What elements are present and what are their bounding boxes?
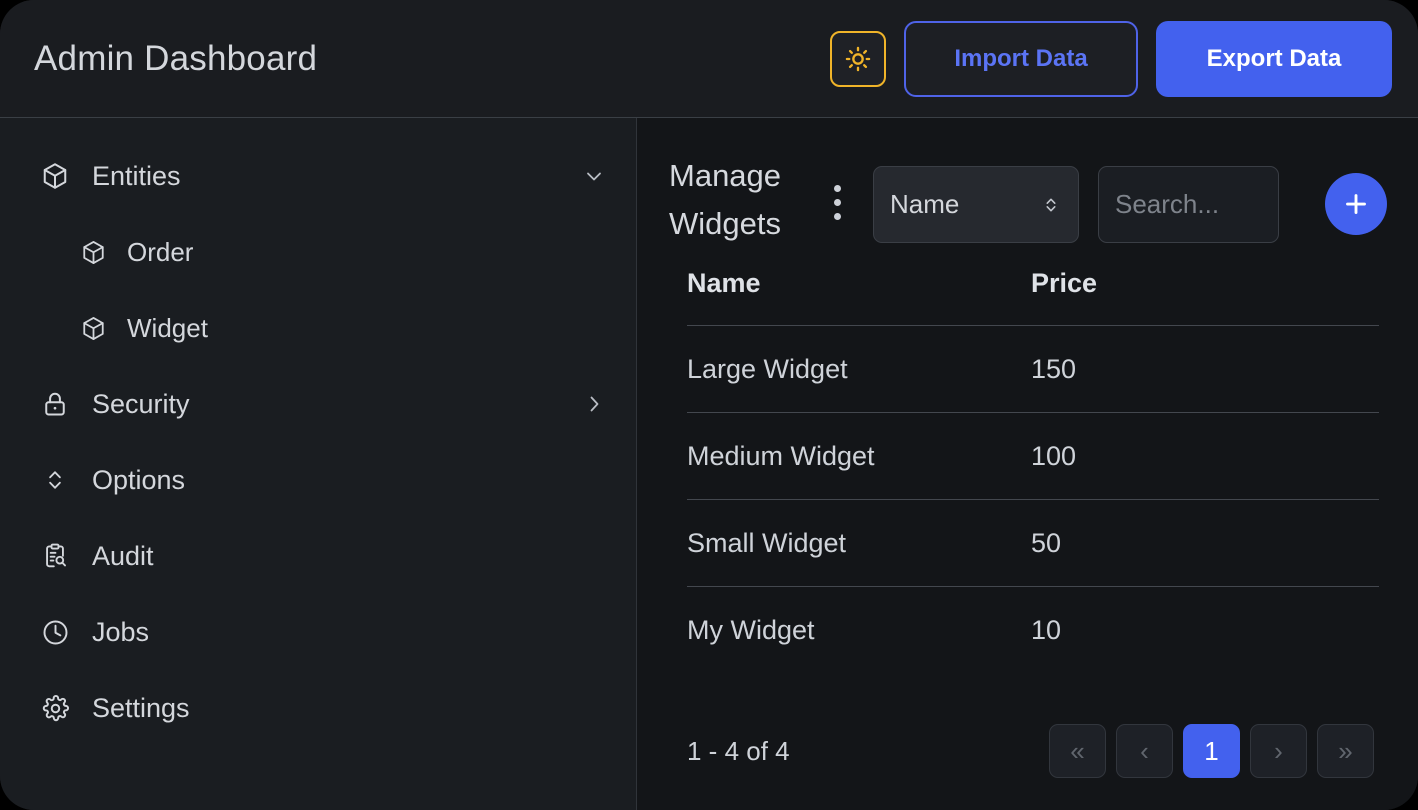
add-widget-button[interactable] — [1325, 173, 1387, 235]
sidebar-item-label: Order — [127, 237, 193, 268]
header-actions: Import Data Export Data — [830, 21, 1392, 97]
sidebar-item-jobs[interactable]: Jobs — [0, 594, 636, 670]
sort-field-value: Name — [890, 189, 1040, 220]
cell-price: 50 — [1031, 500, 1379, 587]
sidebar-item-security[interactable]: Security — [0, 366, 636, 442]
sidebar-item-order[interactable]: Order — [0, 214, 636, 290]
app-header: Admin Dashboard — [0, 0, 1418, 118]
last-page-button[interactable]: » — [1317, 724, 1374, 778]
sun-icon — [844, 45, 872, 73]
main-toolbar: Manage Widgets Name — [669, 152, 1378, 262]
cell-name: My Widget — [687, 587, 1031, 674]
export-data-button[interactable]: Export Data — [1156, 21, 1392, 97]
sidebar-item-settings[interactable]: Settings — [0, 670, 636, 746]
table-row[interactable]: Medium Widget 100 — [687, 413, 1379, 500]
next-page-button[interactable]: › — [1250, 724, 1307, 778]
cell-price: 10 — [1031, 587, 1379, 674]
clock-icon — [40, 617, 70, 647]
sort-field-select[interactable]: Name — [873, 166, 1079, 243]
cell-name: Large Widget — [687, 326, 1031, 413]
app-window: Admin Dashboard — [0, 0, 1418, 810]
theme-toggle-button[interactable] — [830, 31, 886, 87]
search-input[interactable] — [1115, 189, 1262, 220]
table-footer: 1 - 4 of 4 « ‹ 1 › » — [669, 714, 1378, 810]
box-icon — [80, 239, 107, 266]
sidebar-item-widget[interactable]: Widget — [0, 290, 636, 366]
sidebar-item-label: Entities — [92, 161, 181, 192]
pagination: « ‹ 1 › » — [1049, 724, 1378, 778]
sidebar-item-options[interactable]: Options — [0, 442, 636, 518]
section-title: Manage Widgets — [669, 152, 819, 248]
sidebar-item-entities[interactable]: Entities — [0, 138, 636, 214]
gear-icon — [40, 693, 70, 723]
sidebar-item-label: Options — [92, 465, 185, 496]
kebab-dot — [834, 199, 841, 206]
sidebar-item-label: Audit — [92, 541, 154, 572]
widgets-table: Name Price Large Widget 150 Medium Widge… — [687, 262, 1379, 673]
page-title: Admin Dashboard — [34, 39, 317, 79]
chevron-updown-icon — [40, 465, 70, 495]
page-1-button[interactable]: 1 — [1183, 724, 1240, 778]
table-row[interactable]: Large Widget 150 — [687, 326, 1379, 413]
table-container: Name Price Large Widget 150 Medium Widge… — [669, 262, 1378, 714]
chevron-down-icon[interactable] — [582, 164, 606, 188]
column-header-price[interactable]: Price — [1031, 262, 1379, 326]
cell-price: 100 — [1031, 413, 1379, 500]
clipboard-search-icon — [40, 541, 70, 571]
sidebar-item-audit[interactable]: Audit — [0, 518, 636, 594]
table-row[interactable]: Small Widget 50 — [687, 500, 1379, 587]
more-vertical-icon[interactable] — [819, 166, 855, 238]
cell-price: 150 — [1031, 326, 1379, 413]
sidebar-item-label: Settings — [92, 693, 190, 724]
pagination-range: 1 - 4 of 4 — [687, 736, 790, 767]
main-content: Manage Widgets Name — [637, 118, 1418, 810]
kebab-dot — [834, 213, 841, 220]
cell-name: Medium Widget — [687, 413, 1031, 500]
table-row[interactable]: My Widget 10 — [687, 587, 1379, 674]
box-icon — [40, 161, 70, 191]
chevron-updown-icon — [1040, 192, 1062, 218]
plus-icon — [1341, 189, 1371, 219]
table-head: Name Price — [687, 262, 1379, 326]
first-page-button[interactable]: « — [1049, 724, 1106, 778]
sidebar-item-label: Security — [92, 389, 190, 420]
lock-icon — [40, 389, 70, 419]
prev-page-button[interactable]: ‹ — [1116, 724, 1173, 778]
box-icon — [80, 315, 107, 342]
app-body: Entities Order — [0, 118, 1418, 810]
kebab-dot — [834, 185, 841, 192]
table-body: Large Widget 150 Medium Widget 100 Small… — [687, 326, 1379, 674]
import-data-button[interactable]: Import Data — [904, 21, 1138, 97]
chevron-right-icon[interactable] — [582, 392, 606, 416]
sidebar: Entities Order — [0, 118, 637, 810]
search-field[interactable] — [1098, 166, 1279, 243]
sidebar-item-label: Widget — [127, 313, 208, 344]
table-header-row: Name Price — [687, 262, 1379, 326]
sidebar-item-label: Jobs — [92, 617, 149, 648]
column-header-name[interactable]: Name — [687, 262, 1031, 326]
cell-name: Small Widget — [687, 500, 1031, 587]
